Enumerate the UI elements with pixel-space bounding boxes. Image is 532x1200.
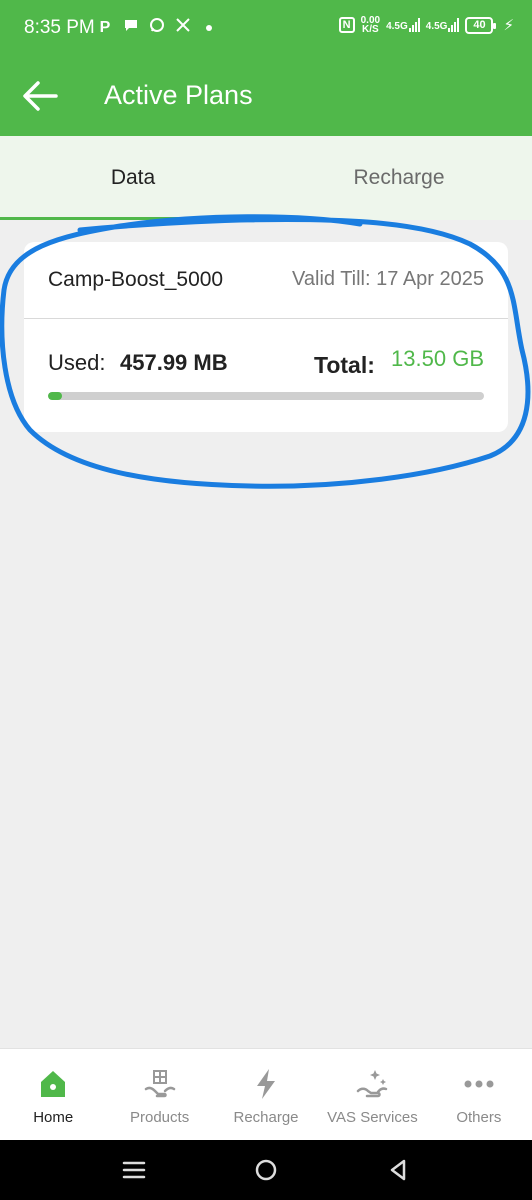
dot-icon [200,19,218,37]
plan-valid-till: Valid Till: 17 Apr 2025 [292,268,484,290]
home-system-button[interactable] [250,1154,282,1186]
signal-bars-icon [408,18,420,32]
nav-recharge-label: Recharge [233,1109,299,1126]
battery-level: 40 [473,19,486,31]
products-icon [144,1070,175,1098]
more-icon [464,1080,494,1088]
x-icon [174,18,192,37]
usage-progress-bar [48,392,484,400]
sim1-type: 4.5G [386,21,408,32]
back-button[interactable] [20,78,64,114]
notification-icons: P [96,17,218,38]
network-speed: 0.00 K/S [361,16,380,35]
nav-products[interactable]: Products [106,1049,212,1140]
sim1-signal: 4.5G [386,18,420,32]
nav-vas-services[interactable]: VAS Services [319,1049,425,1140]
used-label: Used: [48,350,106,375]
sim2-type: 4.5G [425,21,448,32]
nav-home[interactable]: Home [0,1049,106,1140]
nav-home-label: Home [33,1109,74,1126]
home-icon [41,1071,66,1097]
signal-bars-icon [448,18,460,32]
bottom-navigation: Home Products Recharge VAS Services Othe… [0,1048,532,1140]
recents-button[interactable] [118,1154,150,1186]
back-arrow-icon [23,81,58,111]
plan-card[interactable]: Camp-Boost_5000 Valid Till: 17 Apr 2025 … [24,242,508,432]
total-label: Total: [314,352,375,378]
app-bar: Active Plans [0,58,532,136]
network-speed-unit: K/S [362,24,379,35]
circle-home-icon [255,1159,277,1181]
plan-name: Camp-Boost_5000 [48,268,224,291]
nav-vas-services-label: VAS Services [327,1109,418,1126]
triangle-back-icon [390,1159,406,1181]
charging-icon: ⚡ [503,17,514,34]
usage-progress-fill [48,392,63,400]
plan-tabs: Data Recharge [0,136,532,220]
sim2-signal: 4.5G [426,18,460,32]
used-value: 457.99 MB [120,350,228,375]
nav-others-label: Others [456,1109,502,1126]
recents-icon [122,1161,146,1179]
page-title: Active Plans [104,80,253,110]
nav-others[interactable]: Others [426,1049,532,1140]
p-notification-icon: P [99,18,111,36]
battery-icon: 40 [465,16,497,34]
tab-data[interactable]: Data [0,136,266,220]
chat-icon [122,17,140,38]
total-value: 13.50 GB [391,346,484,371]
nav-products-label: Products [130,1109,190,1126]
card-divider [24,318,508,319]
whatsapp-icon [148,17,166,38]
status-time: 8:35 PM [24,17,95,38]
nav-recharge[interactable]: Recharge [213,1049,319,1140]
nfc-icon: N [338,17,355,33]
system-navigation-bar [0,1140,532,1200]
vas-icon [357,1070,388,1098]
status-bar: 8:35 PM P N 0.00 K/S 4.5G 4.5G 40 ⚡ [0,0,532,58]
lightning-icon [257,1069,276,1099]
tab-recharge[interactable]: Recharge [266,136,532,220]
back-system-button[interactable] [382,1154,414,1186]
status-system-icons: N 0.00 K/S 4.5G 4.5G 40 ⚡ [338,16,514,35]
